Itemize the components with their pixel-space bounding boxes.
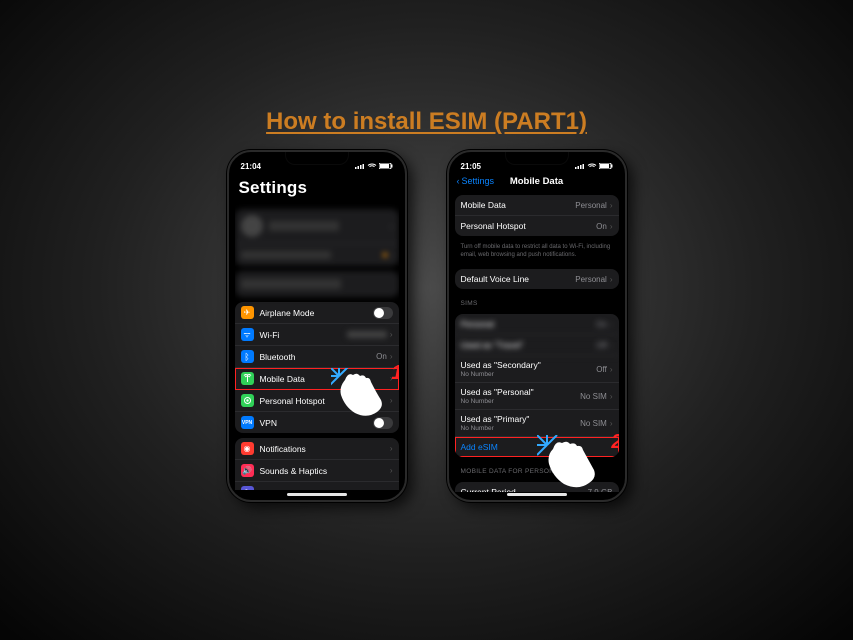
sim-row-travel[interactable]: Used as "Travel" Off› [455, 335, 619, 356]
voice-line-label: Default Voice Line [461, 274, 530, 284]
sim-sub: No Number [461, 398, 534, 405]
sim-value: No SIM [580, 392, 607, 401]
sounds-label: Sounds & Haptics [260, 466, 328, 476]
sim-label: Used as "Personal" [461, 387, 534, 397]
period-value: 7.9 GB [588, 488, 613, 493]
hotspot-label: Personal Hotspot [461, 221, 526, 231]
hotspot-row[interactable]: Personal Hotspot › [235, 390, 399, 412]
voice-line-group: Default Voice Line Personal› [455, 269, 619, 289]
mobile-data-label: Mobile Data [260, 374, 305, 384]
focus-label: Focus [260, 488, 283, 491]
notch [505, 152, 569, 165]
wifi-row[interactable]: ᯤWi-Fi › [235, 324, 399, 346]
focus-row[interactable]: ☾Focus › [235, 482, 399, 490]
sim-row-primary[interactable]: Used as "Primary"No Number No SIM› [455, 410, 619, 437]
home-indicator [287, 493, 347, 496]
vpn-icon: VPN [241, 416, 254, 429]
sims-header: SIMs [455, 294, 619, 309]
phone-mobiledata-screenshot: 21:05 ‹Settings Mobile Data Mobile Data … [447, 150, 627, 502]
sim-row-secondary[interactable]: Used as "Secondary"No Number Off› [455, 356, 619, 383]
sounds-row[interactable]: 🔊Sounds & Haptics › [235, 460, 399, 482]
sim-sub: No Number [461, 425, 530, 432]
chevron-left-icon: ‹ [457, 176, 460, 186]
bluetooth-icon: ᛒ [241, 350, 254, 363]
default-voice-line-row[interactable]: Default Voice Line Personal› [455, 269, 619, 289]
period-label: Current Period [461, 487, 516, 492]
hotspot-row[interactable]: Personal Hotspot On› [455, 216, 619, 236]
notifications-row[interactable]: ◉Notifications › [235, 438, 399, 460]
voice-line-value: Personal [575, 275, 607, 284]
vpn-row[interactable]: VPN VPN [235, 412, 399, 433]
connectivity-group: ✈Airplane Mode ᯤWi-Fi › ᛒBluetooth On› M… [235, 302, 399, 433]
airplane-mode-row[interactable]: ✈ Airplane Mode [235, 302, 399, 324]
wifi-icon [367, 163, 377, 169]
sim-sub: No Number [461, 371, 541, 378]
bluetooth-row[interactable]: ᛒBluetooth On› [235, 346, 399, 368]
sim-value: Off [596, 365, 607, 374]
home-indicator [507, 493, 567, 496]
moon-icon: ☾ [241, 486, 254, 490]
sim-label: Used as "Primary" [461, 414, 530, 424]
antenna-icon [241, 372, 254, 385]
phone-settings-screenshot: 21:04 Settings › › ✈ Airplane Mode [227, 150, 407, 502]
profile-card-blurred[interactable]: › › [235, 209, 399, 266]
sim-label: Used as "Travel" [461, 340, 524, 350]
section-footer: MOBILE DATA FOR PERSONAL [455, 462, 619, 477]
bluetooth-label: Bluetooth [260, 352, 296, 362]
status-icons [355, 163, 393, 169]
clock-label: 21:04 [241, 162, 261, 171]
hotspot-label: Personal Hotspot [260, 396, 325, 406]
bluetooth-value: On [376, 352, 387, 361]
speaker-icon: 🔊 [241, 464, 254, 477]
mobile-data-label: Mobile Data [461, 200, 506, 210]
vpn-label: VPN [260, 418, 277, 428]
step-one-marker: 1 [391, 362, 398, 385]
mobile-data-select-row[interactable]: Mobile Data Personal› [455, 195, 619, 216]
hotspot-icon [241, 394, 254, 407]
clock-label: 21:05 [461, 162, 481, 171]
promo-card-blurred[interactable] [235, 271, 399, 297]
step-two-marker: 2 [611, 431, 618, 454]
mobile-data-group: Mobile Data Personal› Personal Hotspot O… [455, 195, 619, 236]
signal-icon [355, 163, 365, 169]
sim-row-personal[interactable]: Personal On› [455, 314, 619, 335]
back-button[interactable]: ‹Settings [457, 176, 495, 186]
notifications-group: ◉Notifications › 🔊Sounds & Haptics › ☾Fo… [235, 438, 399, 490]
wifi-settings-icon: ᯤ [241, 328, 254, 341]
vpn-toggle[interactable] [373, 417, 393, 429]
status-icons [575, 163, 613, 169]
settings-heading: Settings [235, 174, 399, 204]
add-esim-label: Add eSIM [461, 442, 498, 452]
notifications-label: Notifications [260, 444, 306, 454]
mobile-data-value: Personal [575, 201, 607, 210]
sim-label: Personal [461, 319, 495, 329]
sim-value: No SIM [580, 419, 607, 428]
back-label: Settings [462, 176, 495, 186]
nav-title: Mobile Data [510, 176, 563, 187]
wifi-label: Wi-Fi [260, 330, 280, 340]
usage-group: Current Period 7.9 GB [455, 482, 619, 492]
sim-row-personal-nosim[interactable]: Used as "Personal"No Number No SIM› [455, 383, 619, 410]
airplane-toggle[interactable] [373, 307, 393, 319]
sim-value: Off [596, 341, 607, 350]
bell-icon: ◉ [241, 442, 254, 455]
sim-value: On [596, 320, 607, 329]
add-esim-row[interactable]: Add eSIM 2 [455, 437, 619, 457]
battery-icon [379, 163, 393, 169]
sims-group: Personal On› Used as "Travel" Off› Used … [455, 314, 619, 457]
page-title: How to install ESIM (PART1) [0, 0, 853, 136]
mobile-data-row[interactable]: Mobile Data › 1 [235, 368, 399, 390]
nav-bar: ‹Settings Mobile Data [455, 174, 619, 190]
notch [285, 152, 349, 165]
mobile-data-help-text: Turn off mobile data to restrict all dat… [455, 241, 619, 264]
current-period-row[interactable]: Current Period 7.9 GB [455, 482, 619, 492]
sim-label: Used as "Secondary" [461, 360, 541, 370]
airplane-label: Airplane Mode [260, 308, 315, 318]
phones-container: 21:04 Settings › › ✈ Airplane Mode [0, 150, 853, 502]
hotspot-value: On [596, 222, 607, 231]
airplane-icon: ✈ [241, 306, 254, 319]
